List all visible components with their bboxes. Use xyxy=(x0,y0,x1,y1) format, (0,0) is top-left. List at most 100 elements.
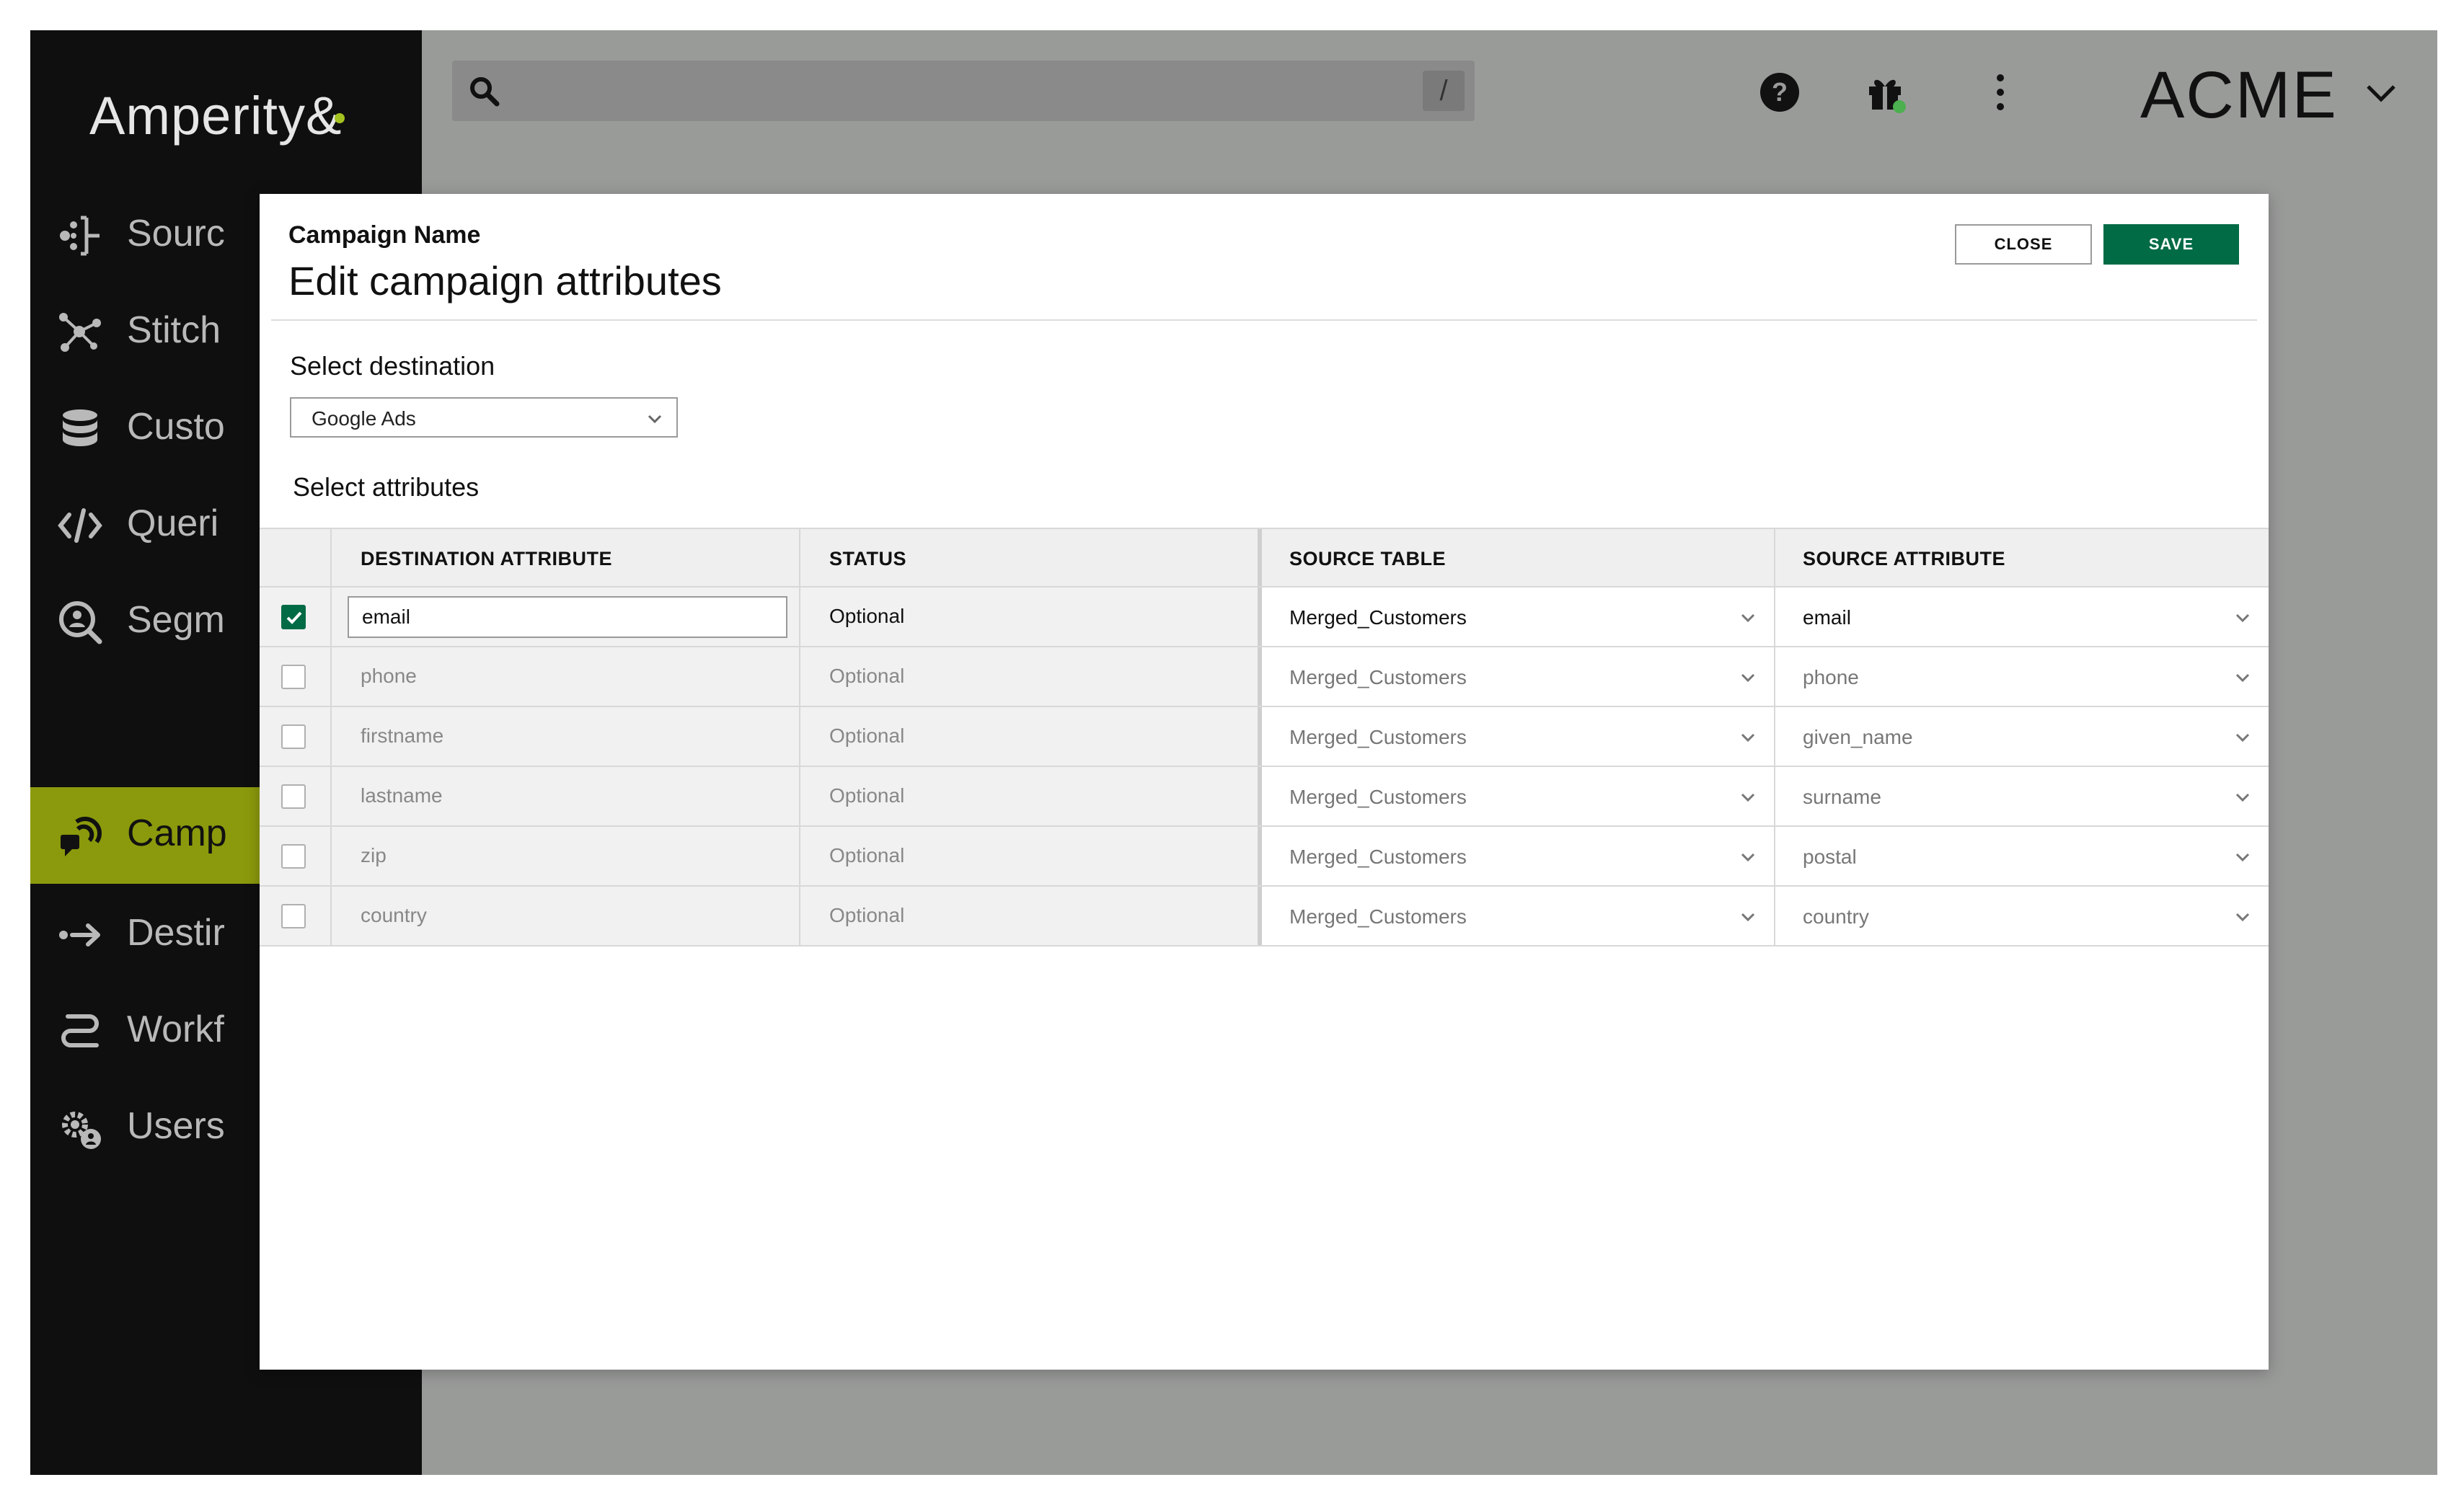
gift-icon[interactable] xyxy=(1865,71,1908,114)
sidebar-item-label: Users xyxy=(127,1105,225,1147)
header-cell-source-table: SOURCE TABLE xyxy=(1262,529,1775,586)
chevron-down-icon xyxy=(1741,793,1755,802)
table-row: country Optional Merged_Customers country xyxy=(260,887,2269,946)
svg-text:?: ? xyxy=(1772,77,1788,107)
more-vertical-icon[interactable] xyxy=(1979,71,2022,114)
segment-search-icon xyxy=(59,601,102,644)
cell-select xyxy=(260,707,332,766)
source-table-value: Merged_Customers xyxy=(1289,726,1467,748)
cell-destination-attribute: country xyxy=(332,887,800,945)
destination-attribute-text: lastname xyxy=(361,784,443,807)
chevron-down-icon xyxy=(2235,793,2250,802)
sidebar-item-label: Queri xyxy=(127,502,219,544)
sidebar-item-label: Workf xyxy=(127,1008,224,1050)
chevron-down-icon xyxy=(1741,673,1755,683)
row-checkbox[interactable] xyxy=(281,724,306,749)
status-text: Optional xyxy=(829,665,905,687)
status-text: Optional xyxy=(829,784,905,807)
source-table-value: Merged_Customers xyxy=(1289,846,1467,868)
status-text: Optional xyxy=(829,904,905,926)
source-attribute-select[interactable]: phone xyxy=(1775,647,2269,706)
sources-icon xyxy=(60,216,100,256)
help-icon[interactable]: ? xyxy=(1758,71,1801,114)
source-attribute-value: email xyxy=(1803,606,1851,629)
row-checkbox[interactable] xyxy=(281,665,306,689)
source-attribute-select[interactable]: surname xyxy=(1775,767,2269,825)
source-table-select[interactable]: Merged_Customers xyxy=(1262,887,1775,945)
org-name[interactable]: ACME xyxy=(2140,58,2338,133)
source-table-select[interactable]: Merged_Customers xyxy=(1262,707,1775,766)
chevron-down-icon[interactable] xyxy=(2361,74,2401,114)
source-attribute-value: given_name xyxy=(1803,726,1913,748)
campaign-name: Campaign Name xyxy=(288,221,481,249)
source-attribute-select[interactable]: given_name xyxy=(1775,707,2269,766)
destination-arrow-icon xyxy=(59,923,100,946)
cell-destination-attribute xyxy=(332,588,800,646)
edit-campaign-modal: Campaign Name Edit campaign attributes C… xyxy=(260,194,2269,1370)
app-logo[interactable]: Amperity& xyxy=(89,85,345,146)
cell-destination-attribute: zip xyxy=(332,827,800,885)
source-attribute-select[interactable]: email xyxy=(1775,588,2269,646)
workflow-icon xyxy=(61,1014,99,1047)
source-table-value: Merged_Customers xyxy=(1289,606,1467,629)
table-row: phone Optional Merged_Customers phone xyxy=(260,647,2269,707)
sidebar-item-label: Stitch xyxy=(127,309,221,351)
table-row: zip Optional Merged_Customers postal xyxy=(260,827,2269,887)
cell-select xyxy=(260,647,332,706)
source-attribute-select[interactable]: postal xyxy=(1775,827,2269,885)
code-icon xyxy=(58,508,102,543)
select-attributes-label: Select attributes xyxy=(293,472,480,502)
source-table-select[interactable]: Merged_Customers xyxy=(1262,647,1775,706)
cell-status: Optional xyxy=(800,707,1262,766)
destination-attribute-text: firstname xyxy=(361,724,444,747)
source-attribute-value: postal xyxy=(1803,846,1857,868)
row-checkbox[interactable] xyxy=(281,904,306,928)
row-checkbox[interactable] xyxy=(281,844,306,869)
destination-attribute-input[interactable] xyxy=(348,596,787,638)
destination-attribute-text: phone xyxy=(361,665,417,687)
sidebar-item-label: Custo xyxy=(127,406,225,448)
search-icon xyxy=(470,77,500,107)
table-row: firstname Optional Merged_Customers given_n… xyxy=(260,707,2269,767)
destination-attribute-text: zip xyxy=(361,844,387,866)
source-attribute-select[interactable]: country xyxy=(1775,887,2269,945)
source-table-select[interactable]: Merged_Customers xyxy=(1262,588,1775,646)
cell-status: Optional xyxy=(800,647,1262,706)
source-attribute-value: phone xyxy=(1803,666,1859,688)
sidebar-item-label: Segm xyxy=(127,599,225,641)
checkmark-icon xyxy=(286,611,302,624)
sidebar-item-label: Camp xyxy=(127,812,227,854)
status-text: Optional xyxy=(829,605,905,627)
modal-title: Edit campaign attributes xyxy=(288,258,722,303)
cell-destination-attribute: lastname xyxy=(332,767,800,825)
source-table-value: Merged_Customers xyxy=(1289,666,1467,688)
row-checkbox[interactable] xyxy=(281,605,306,629)
chevron-down-icon xyxy=(2235,913,2250,922)
cell-status: Optional xyxy=(800,827,1262,885)
row-checkbox[interactable] xyxy=(281,784,306,809)
header-cell-status: STATUS xyxy=(800,529,1262,586)
cell-status: Optional xyxy=(800,588,1262,646)
table-row: Optional Merged_Customers email xyxy=(260,588,2269,647)
header-cell-source-attribute: SOURCE ATTRIBUTE xyxy=(1775,529,2269,586)
cell-destination-attribute: firstname xyxy=(332,707,800,766)
cell-select xyxy=(260,767,332,825)
table-row: lastname Optional Merged_Customers surname xyxy=(260,767,2269,827)
chevron-down-icon xyxy=(1741,913,1755,922)
save-button[interactable]: SAVE xyxy=(2103,224,2239,265)
destination-select[interactable]: Google Ads xyxy=(290,397,678,438)
source-table-value: Merged_Customers xyxy=(1289,786,1467,808)
cell-status: Optional xyxy=(800,767,1262,825)
search-shortcut-key: / xyxy=(1423,71,1465,111)
header-cell-select xyxy=(260,529,332,586)
close-button[interactable]: CLOSE xyxy=(1955,224,2092,265)
source-attribute-value: surname xyxy=(1803,786,1881,808)
source-table-select[interactable]: Merged_Customers xyxy=(1262,767,1775,825)
chevron-down-icon xyxy=(1741,613,1755,623)
logo-text: Amperity xyxy=(89,86,306,146)
source-table-select[interactable]: Merged_Customers xyxy=(1262,827,1775,885)
global-search-bar[interactable]: / xyxy=(452,61,1475,121)
destination-select-value: Google Ads xyxy=(312,407,416,430)
cell-destination-attribute: phone xyxy=(332,647,800,706)
campaign-icon xyxy=(61,817,102,856)
